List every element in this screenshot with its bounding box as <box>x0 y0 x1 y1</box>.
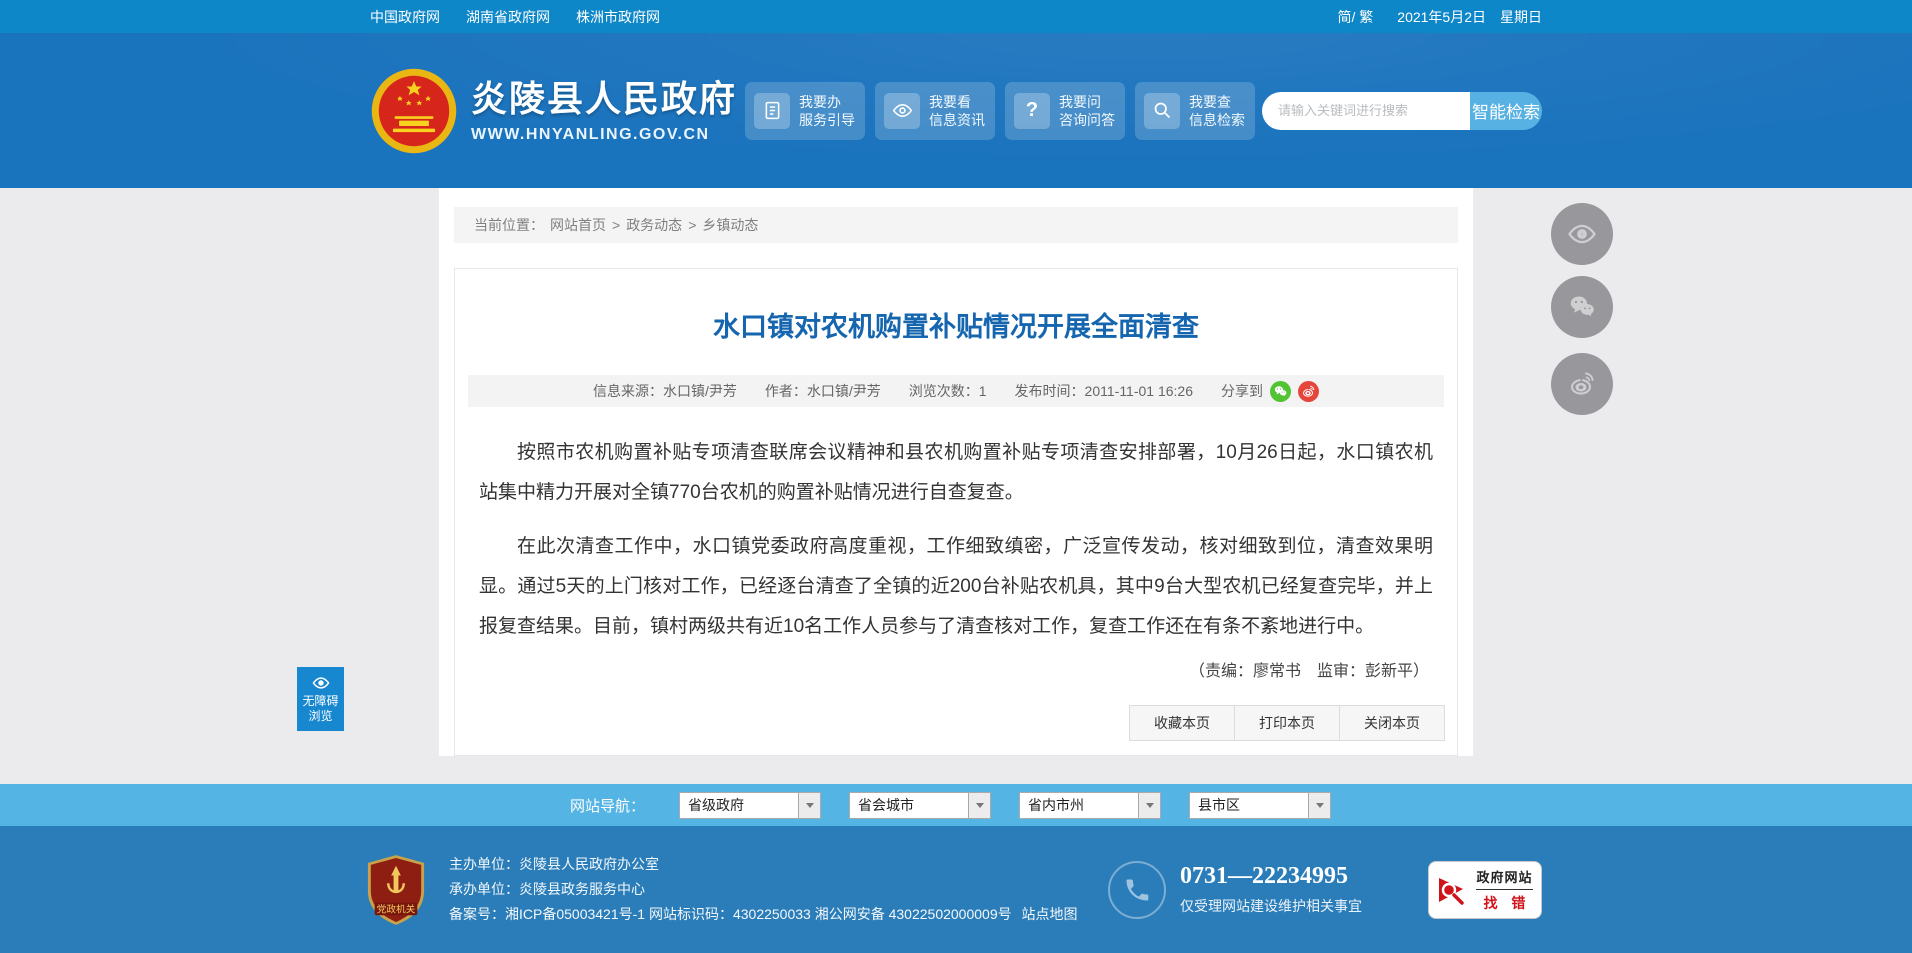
eye-icon <box>312 677 329 689</box>
article-paragraph-2: 在此次清查工作中，水口镇党委政府高度重视，工作细致缜密，广泛宣传发动，核对细致到… <box>479 536 1433 637</box>
quick-button-apply[interactable]: 我要办 服务引导 <box>744 81 865 140</box>
breadcrumb-separator: > <box>688 217 697 233</box>
article-meta: 信息来源：水口镇/尹芳 作者：水口镇/尹芳 浏览次数：1 发布时间：2011-1… <box>468 375 1444 407</box>
phone-note: 仅受理网站建设维护相关事宜 <box>1180 898 1362 914</box>
link-zhuzhou-gov[interactable]: 株洲市政府网 <box>576 7 660 27</box>
side-eye-button[interactable] <box>1551 203 1613 265</box>
search-bar: 智能检索 <box>1261 91 1542 130</box>
article-paragraph-1: 按照市农机购置补贴专项清查联席会议精神和县农机购置补贴专项清查安排部署，10月2… <box>479 442 1433 503</box>
breadcrumb-separator: > <box>612 217 621 233</box>
article-actions: 收藏本页 打印本页 关闭本页 <box>455 705 1457 741</box>
select-value: 省级政府 <box>688 797 745 813</box>
meta-views: 浏览次数：1 <box>908 383 987 399</box>
error-badge-title: 政府网站 <box>1476 867 1533 890</box>
quick-buttons: 我要办 服务引导 我要看 信息资讯 ? 我要问 咨询问答 我要查 信息检索 <box>744 81 1255 140</box>
sitemap-link[interactable]: 站点地图 <box>1022 906 1078 922</box>
quick-button-ask[interactable]: ? 我要问 咨询问答 <box>1004 81 1125 140</box>
quick-button-sublabel: 服务引导 <box>799 111 855 128</box>
phone-icon <box>1108 860 1166 919</box>
quick-button-label: 我要查 <box>1189 93 1231 110</box>
quick-button-search[interactable]: 我要查 信息检索 <box>1134 81 1255 140</box>
site-name: 炎陵县人民政府 <box>471 77 738 119</box>
select-provincial-gov[interactable]: 省级政府 <box>679 791 822 819</box>
current-date: 2021年5月2日 星期日 <box>1397 8 1542 25</box>
chevron-down-icon <box>798 792 821 818</box>
question-icon: ? <box>1014 92 1050 129</box>
share-label: 分享到 <box>1221 383 1264 399</box>
select-value: 省内市州 <box>1028 797 1085 813</box>
side-weibo-button[interactable] <box>1551 353 1613 415</box>
party-gov-shield-badge: 党政机关 <box>367 854 425 925</box>
svg-text:党政机关: 党政机关 <box>377 902 416 915</box>
accessibility-widget[interactable]: 无障碍 浏览 <box>297 667 344 731</box>
breadcrumb: 当前位置： 网站首页 > 政务动态 > 乡镇动态 <box>454 207 1458 243</box>
wechat-share-icon[interactable] <box>1270 380 1292 402</box>
phone-number: 0731—22234995 <box>1180 863 1348 889</box>
print-page-button[interactable]: 打印本页 <box>1234 705 1340 741</box>
select-province-cities[interactable]: 省内市州 <box>1019 791 1162 819</box>
weibo-icon <box>1570 372 1594 395</box>
accessibility-label-1: 无障碍 <box>302 694 339 708</box>
search-icon <box>1144 92 1180 129</box>
chevron-down-icon <box>968 792 991 818</box>
main-area: 当前位置： 网站首页 > 政务动态 > 乡镇动态 水口镇对农机购置补贴情况开展全… <box>0 188 1912 784</box>
footer-info: 主办单位：炎陵县人民政府办公室 承办单位：炎陵县政务服务中心 备案号：湘ICP备… <box>449 852 1108 927</box>
close-page-button[interactable]: 关闭本页 <box>1339 705 1445 741</box>
record-line: 备案号：湘ICP备05003421号-1 网站标识码：4302250033 湘公… <box>449 906 1078 922</box>
article-body: 按照市农机购置补贴专项清查联席会议精神和县农机购置补贴专项清查安排部署，10月2… <box>455 433 1457 647</box>
red-magnifier-icon <box>1439 877 1465 905</box>
error-badge-subtitle: 找 错 <box>1483 894 1531 911</box>
lang-toggle[interactable]: 简/ 繁 <box>1338 7 1374 27</box>
share-group: 分享到 <box>1221 380 1320 402</box>
article: 水口镇对农机购置补贴情况开展全面清查 信息来源：水口镇/尹芳 作者：水口镇/尹芳… <box>454 268 1458 756</box>
link-hunan-gov[interactable]: 湖南省政府网 <box>466 7 550 27</box>
quick-button-sublabel: 信息检索 <box>1189 111 1245 128</box>
article-byline: （责编：廖常书 监审：彭新平） <box>1188 663 1429 680</box>
meta-author: 作者：水口镇/尹芳 <box>764 383 881 399</box>
quick-button-label: 我要办 <box>799 93 841 110</box>
link-china-gov[interactable]: 中国政府网 <box>370 7 440 27</box>
select-value: 县市区 <box>1198 797 1241 813</box>
chevron-down-icon <box>1138 792 1161 818</box>
quick-button-sublabel: 信息资讯 <box>929 111 985 128</box>
breadcrumb-town-news[interactable]: 乡镇动态 <box>702 215 758 235</box>
article-title: 水口镇对农机购置补贴情况开展全面清查 <box>713 312 1199 342</box>
quick-button-view[interactable]: 我要看 信息资讯 <box>874 81 995 140</box>
site-header: 炎陵县人民政府 WWW.HNYANLING.GOV.CN 我要办 服务引导 我要… <box>0 33 1912 188</box>
accessibility-label-2: 浏览 <box>308 709 333 723</box>
breadcrumb-label: 当前位置： <box>474 217 544 233</box>
quick-button-sublabel: 咨询问答 <box>1059 111 1115 128</box>
national-emblem-logo <box>371 68 457 153</box>
site-brand[interactable]: 炎陵县人民政府 WWW.HNYANLING.GOV.CN <box>370 67 737 155</box>
site-url: WWW.HNYANLING.GOV.CN <box>471 125 710 143</box>
chevron-down-icon <box>1308 792 1331 818</box>
select-capital-cities[interactable]: 省会城市 <box>849 791 992 819</box>
content-column: 当前位置： 网站首页 > 政务动态 > 乡镇动态 水口镇对农机购置补贴情况开展全… <box>439 188 1473 756</box>
footer-phone: 0731—22234995 仅受理网站建设维护相关事宜 <box>1108 860 1362 919</box>
organizer-line: 主办单位：炎陵县人民政府办公室 <box>449 856 659 872</box>
smart-search-button[interactable]: 智能检索 <box>1469 91 1542 130</box>
site-error-report-badge[interactable]: 政府网站 找 错 <box>1428 860 1542 919</box>
document-icon <box>754 92 790 129</box>
undertaker-line: 承办单位：炎陵县政务服务中心 <box>449 881 645 897</box>
breadcrumb-gov-news[interactable]: 政务动态 <box>626 215 682 235</box>
quick-button-label: 我要看 <box>929 93 971 110</box>
meta-publish-time: 发布时间：2011-11-01 16:26 <box>1014 383 1194 399</box>
topbar: 中国政府网 湖南省政府网 株洲市政府网 简/ 繁 2021年5月2日 星期日 <box>0 0 1912 33</box>
favorite-page-button[interactable]: 收藏本页 <box>1129 705 1235 741</box>
wechat-icon <box>1570 296 1594 317</box>
site-nav-label: 网站导航： <box>570 797 646 815</box>
breadcrumb-home[interactable]: 网站首页 <box>550 215 606 235</box>
select-value: 省会城市 <box>858 797 915 813</box>
site-nav-bar: 网站导航： 省级政府 省会城市 省内市州 县市区 <box>0 784 1912 826</box>
weibo-share-icon[interactable] <box>1298 380 1320 402</box>
select-counties[interactable]: 县市区 <box>1189 791 1332 819</box>
meta-source: 信息来源：水口镇/尹芳 <box>592 383 737 399</box>
eye-icon <box>1568 224 1596 244</box>
search-input[interactable] <box>1261 91 1470 130</box>
footer: 党政机关 主办单位：炎陵县人民政府办公室 承办单位：炎陵县政务服务中心 备案号：… <box>0 826 1912 953</box>
quick-button-label: 我要问 <box>1059 93 1101 110</box>
side-wechat-button[interactable] <box>1551 276 1613 338</box>
eye-icon <box>884 92 920 129</box>
